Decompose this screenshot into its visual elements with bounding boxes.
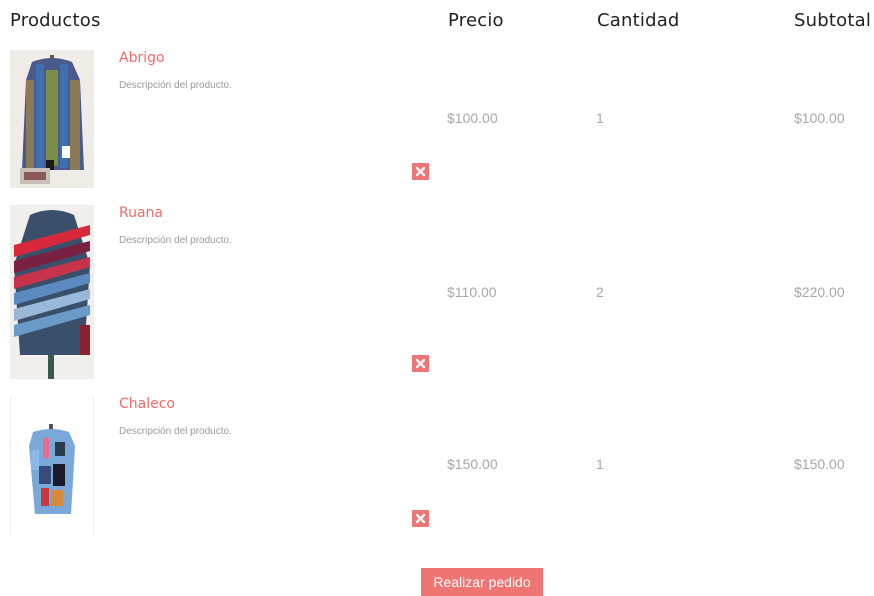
remove-item-button[interactable] bbox=[412, 355, 429, 372]
product-description: Descripción del producto. bbox=[119, 235, 232, 246]
product-quantity: 2 bbox=[596, 284, 604, 300]
place-order-button[interactable]: Realizar pedido bbox=[421, 568, 543, 596]
remove-item-button[interactable] bbox=[412, 510, 429, 527]
product-quantity: 1 bbox=[596, 110, 604, 126]
product-price: $150.00 bbox=[447, 456, 498, 472]
cart-row: Chaleco Descripción del producto. $150.0… bbox=[0, 396, 874, 536]
product-image-ruana bbox=[10, 205, 94, 379]
close-icon bbox=[415, 358, 426, 369]
product-price: $110.00 bbox=[447, 284, 497, 300]
header-quantity: Cantidad bbox=[597, 10, 680, 31]
product-name[interactable]: Ruana bbox=[119, 205, 163, 221]
close-icon bbox=[415, 166, 426, 177]
header-price: Precio bbox=[448, 10, 504, 31]
cart-row: Abrigo Descripción del producto. $100.00… bbox=[0, 50, 874, 190]
product-subtotal: $150.00 bbox=[794, 456, 845, 472]
product-image-abrigo bbox=[10, 50, 94, 188]
product-image-chaleco bbox=[10, 396, 94, 534]
product-quantity: 1 bbox=[596, 456, 604, 472]
product-price: $100.00 bbox=[447, 110, 498, 126]
product-subtotal: $220.00 bbox=[794, 284, 845, 300]
product-name[interactable]: Chaleco bbox=[119, 396, 175, 412]
header-subtotal: Subtotal bbox=[794, 10, 872, 31]
cart-row: Ruana Descripción del producto. $110.00 … bbox=[0, 205, 874, 380]
product-description: Descripción del producto. bbox=[119, 426, 232, 437]
remove-item-button[interactable] bbox=[412, 163, 429, 180]
product-name[interactable]: Abrigo bbox=[119, 50, 165, 66]
header-products: Productos bbox=[10, 10, 101, 31]
close-icon bbox=[415, 513, 426, 524]
product-subtotal: $100.00 bbox=[794, 110, 845, 126]
product-description: Descripción del producto. bbox=[119, 80, 232, 91]
